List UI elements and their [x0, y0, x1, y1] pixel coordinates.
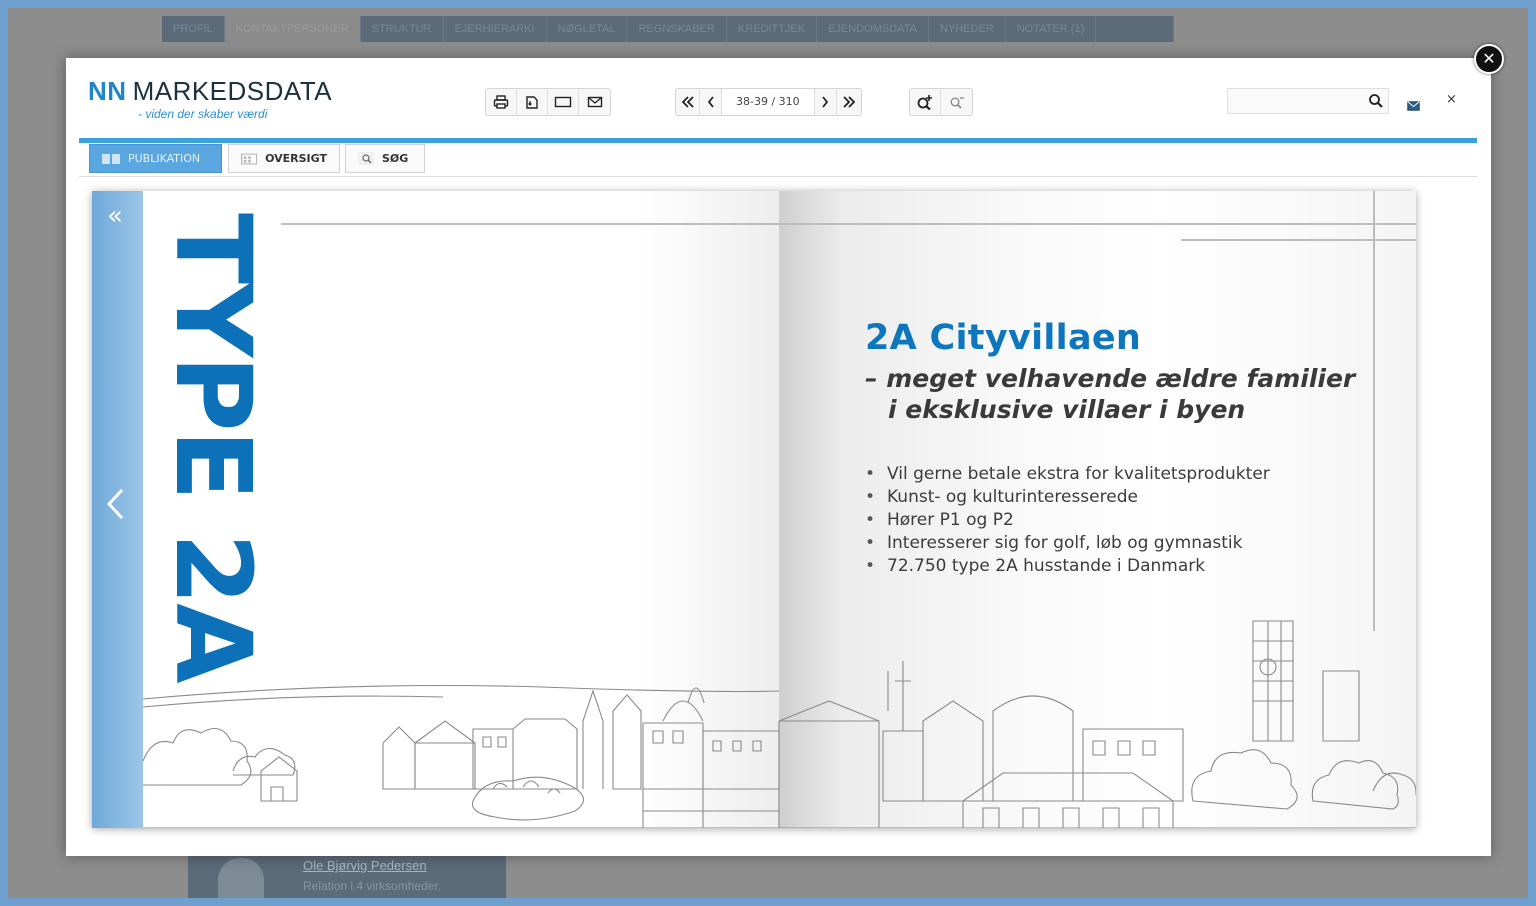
search-box: [1227, 88, 1389, 114]
grid-icon: [102, 153, 120, 164]
decor-line: [1373, 191, 1375, 631]
subtitle-line-2: i eksklusive villaer i byen: [888, 395, 1246, 424]
bg-tab-noegletal: NØGLETAL: [546, 16, 628, 42]
zoom-in-button[interactable]: [910, 89, 941, 115]
first-page-button[interactable]: [676, 89, 700, 115]
bg-tab-kontaktpersoner: KONTAKTPERSONER: [224, 16, 361, 42]
logo-name: MARKEDSDATA: [132, 76, 333, 106]
search-icon: [358, 152, 374, 165]
bg-tab-ejerhierarki: EJERHIERARKI: [443, 16, 547, 42]
logo-nn: NN: [88, 76, 127, 106]
bg-tab-struktur: STRUKTUR: [360, 16, 444, 42]
subtitle-line-1: – meget velhavende ældre familier: [865, 364, 1356, 393]
mail-icon: [587, 96, 602, 108]
last-page-icon: [843, 96, 855, 108]
list-item: Interesserer sig for golf, løb og gymnas…: [865, 532, 1345, 555]
page-indicator[interactable]: 38-39 / 310: [722, 89, 815, 115]
tab-divider: [79, 176, 1477, 177]
bg-tab-spacer: [1096, 16, 1175, 42]
background-contact-card: Ole Bjørvig Pedersen Relation i 4 virkso…: [188, 852, 506, 898]
tab-soeg-label: SØG: [382, 152, 409, 165]
next-page-button[interactable]: [815, 89, 837, 115]
print-button[interactable]: [486, 89, 517, 115]
zoom-in-icon: [917, 95, 932, 110]
decor-line: [281, 223, 779, 225]
list-item: 72.750 type 2A husstande i Danmark: [865, 555, 1345, 578]
zoom-out-icon: [950, 97, 964, 109]
print-icon: [493, 95, 509, 109]
list-item: Vil gerne betale ekstra for kvalitetspro…: [865, 463, 1345, 486]
tab-publikation-label: PUBLIKATION: [128, 152, 201, 165]
close-icon: ✕: [1482, 49, 1496, 68]
tool-group-zoom: [909, 88, 973, 116]
page-side-strip: «: [92, 191, 143, 828]
bg-tab-notater: NOTATER (1): [1005, 16, 1097, 42]
prev-page-icon: [707, 96, 714, 108]
bg-tab-regnskaber: REGNSKABER: [627, 16, 727, 42]
logo: NN MARKEDSDATA - viden der skaber værdi: [88, 76, 332, 121]
city-skyline-illustration: [143, 620, 1416, 828]
close-icon[interactable]: ×: [1446, 92, 1457, 107]
bg-tab-ejendomsdata: EJENDOMSDATA: [817, 16, 929, 42]
segment-subtitle: – meget velhavende ældre familier i eksk…: [865, 363, 1365, 425]
first-page-icon: [681, 96, 694, 108]
avatar: [218, 858, 264, 898]
contact-name-link: Ole Bjørvig Pedersen: [303, 858, 427, 873]
segment-title: 2A Cityvillaen: [865, 318, 1142, 358]
tab-publikation[interactable]: PUBLIKATION: [89, 144, 222, 173]
tab-oversigt[interactable]: OVERSIGT: [228, 144, 340, 173]
segment-bullets: Vil gerne betale ekstra for kvalitetspro…: [865, 463, 1345, 578]
mail-icon[interactable]: [1407, 96, 1420, 115]
search-input[interactable]: [1228, 89, 1366, 113]
publication-viewer: NN MARKEDSDATA - viden der skaber værdi 3…: [66, 58, 1491, 856]
bg-tab-kredittjek: KREDITTJEK: [726, 16, 818, 42]
save-button[interactable]: [517, 89, 548, 115]
contact-relation: Relation i 4 virksomheder.: [303, 879, 442, 893]
close-button[interactable]: ✕: [1474, 44, 1504, 74]
decor-line: [1181, 239, 1416, 241]
fullscreen-button[interactable]: [548, 89, 579, 115]
chevron-left-icon: [106, 488, 124, 520]
prev-page-button[interactable]: [104, 487, 126, 525]
overview-icon: [241, 153, 258, 164]
accent-bar: [79, 138, 1477, 143]
last-page-button[interactable]: [837, 89, 861, 115]
zoom-out-button[interactable]: [941, 89, 972, 115]
prev-page-button-toolbar[interactable]: [700, 89, 722, 115]
bg-tab-nyheder: NYHEDER: [928, 16, 1006, 42]
decor-line: [779, 223, 1416, 225]
bg-tab-profil: PROFIL: [162, 16, 225, 42]
tool-group-navigation: 38-39 / 310: [675, 88, 862, 116]
list-item: Kunst- og kulturinteresserede: [865, 486, 1345, 509]
collapse-icon[interactable]: «: [107, 203, 123, 229]
tool-group-actions: [485, 88, 611, 116]
tab-oversigt-label: OVERSIGT: [265, 152, 327, 165]
save-icon: [526, 95, 538, 109]
background-tab-bar: PROFIL KONTAKTPERSONER STRUKTUR EJERHIER…: [162, 16, 1175, 42]
list-item: Hører P1 og P2: [865, 509, 1345, 532]
email-button[interactable]: [579, 89, 610, 115]
fullscreen-icon: [554, 96, 572, 108]
search-icon[interactable]: [1368, 93, 1384, 113]
next-page-icon: [822, 96, 829, 108]
tab-soeg[interactable]: SØG: [345, 144, 425, 173]
publication-spread: « TYPE 2A 2A Cityvillaen – meget velhave…: [92, 191, 1416, 828]
logo-tagline: - viden der skaber værdi: [138, 107, 268, 121]
